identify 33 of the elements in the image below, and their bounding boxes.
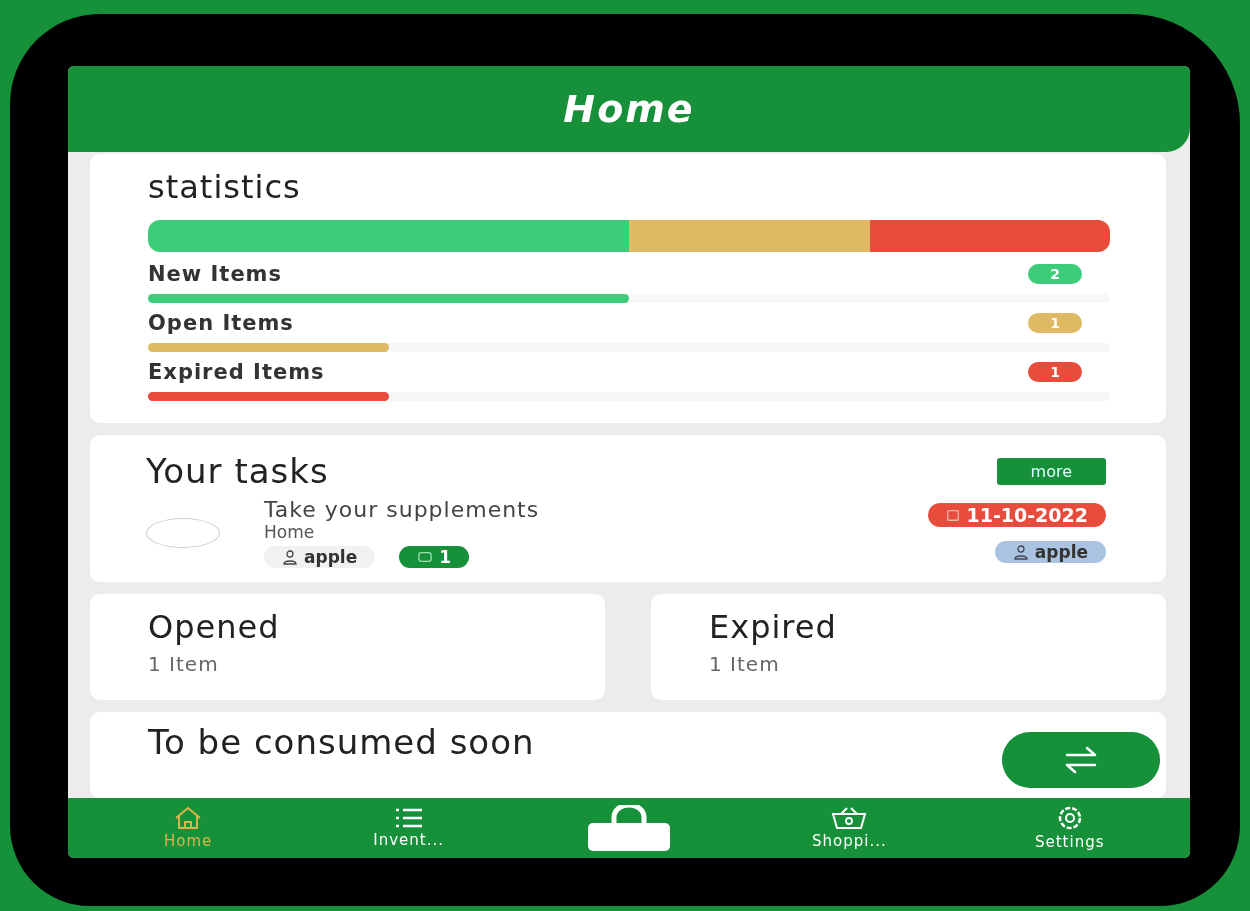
owner-chip: apple [264,546,376,568]
card-title: statistics [148,168,302,206]
summary-card[interactable]: Opened 1 Item [90,594,605,700]
nav-item[interactable]: Settings [1009,805,1130,851]
task-location: Home [264,522,316,542]
count-chip: 1 [399,546,469,568]
summary-count: 1 Item [709,652,781,676]
settings-icon [1056,805,1083,831]
basket-icon [831,806,868,830]
person-icon [1012,543,1029,560]
more-button[interactable]: more [996,457,1106,485]
task-title: Take your supplements [264,497,541,522]
card-title: Your tasks [146,451,329,491]
nav-item[interactable]: Invent... [348,807,469,849]
count-badge: 1 [1028,313,1082,333]
swap-button[interactable] [1002,732,1160,788]
summary-count: 1 Item [148,652,220,676]
nav-item[interactable]: Shoppi... [789,806,910,850]
stat-label: Expired Items [148,360,325,384]
summary-card[interactable]: Expired 1 Item [651,594,1166,700]
stat-label: Open Items [148,311,294,335]
nav-item[interactable]: Home [128,806,249,850]
page-title: Home [563,87,695,131]
assignee-chip: apple [994,540,1106,563]
stat-label: New Items [148,262,282,286]
summary-title: Opened [148,608,281,646]
person-icon [282,549,298,565]
count-badge: 1 [1028,362,1082,382]
list-icon [393,807,424,829]
summary-title: Expired [709,608,838,646]
count-badge: 2 [1028,264,1082,284]
due-date-chip: 11-10-2022 [928,502,1106,527]
card-title: To be consumed soon [148,722,535,762]
